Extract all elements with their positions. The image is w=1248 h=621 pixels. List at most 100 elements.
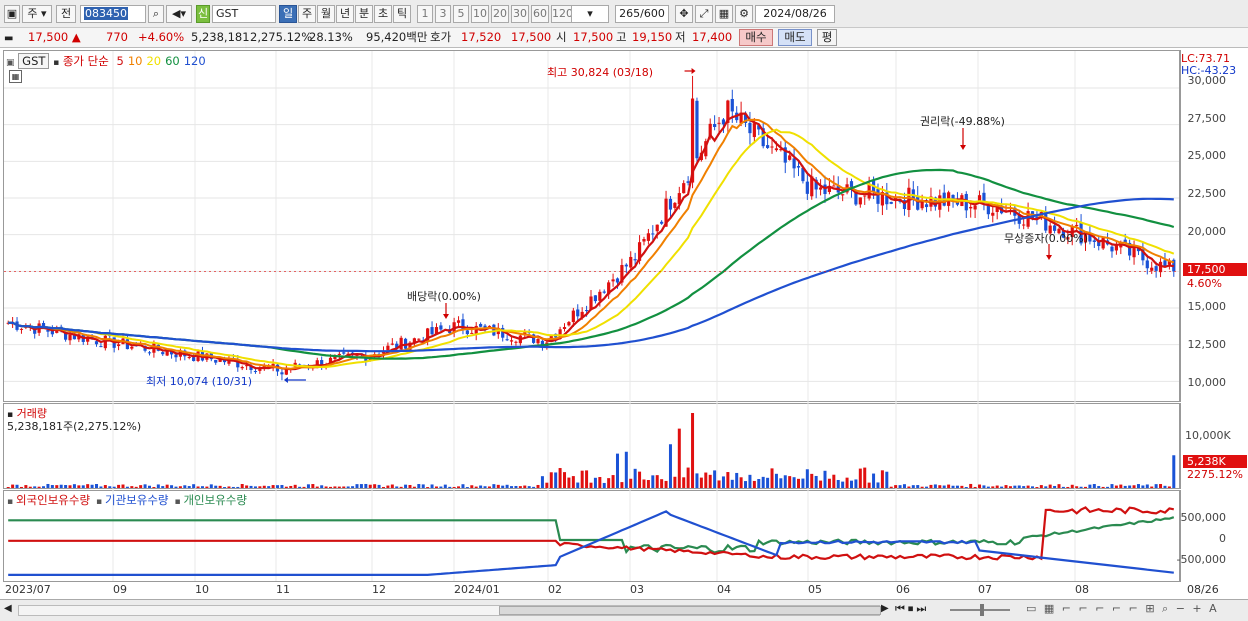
volume-bar xyxy=(1110,484,1114,488)
volume-bar xyxy=(730,479,734,488)
ma-line-10 xyxy=(8,118,1175,370)
volume-bar xyxy=(276,485,280,488)
last-pct-tag: 4.60% xyxy=(1187,277,1222,290)
candle-body xyxy=(717,122,721,124)
volume-bar xyxy=(390,484,394,488)
candle-body xyxy=(788,155,792,160)
candle-body xyxy=(567,322,571,326)
volume-bar xyxy=(563,472,567,488)
candle-body xyxy=(920,201,924,209)
volume-bar xyxy=(377,484,381,488)
volume-bar xyxy=(24,485,28,488)
volume-bar xyxy=(889,486,893,488)
volume-bar xyxy=(713,470,717,488)
volume-bar xyxy=(902,484,906,488)
candle-body xyxy=(492,324,496,336)
symbol-label: GST xyxy=(18,53,50,69)
volume-bar xyxy=(1132,485,1136,488)
scroll-left-icon[interactable]: ◀ xyxy=(4,603,12,614)
volume-bar xyxy=(598,476,602,488)
volume-bar xyxy=(836,479,840,488)
candle-body xyxy=(748,122,752,134)
playback-controls[interactable]: ⏮⏹⏭ xyxy=(895,602,929,616)
x-axis-label: 02 xyxy=(548,583,562,596)
last-price-tag: 17,500 xyxy=(1183,263,1247,276)
volume-bar xyxy=(1101,486,1105,488)
candle-body xyxy=(673,202,677,208)
volume-bar xyxy=(125,486,129,488)
volume-bar xyxy=(947,484,951,488)
holdings-ytick: 0 xyxy=(1219,532,1226,545)
zoom-slider-handle[interactable] xyxy=(980,604,984,616)
holdings-legend: ▪ 외국인보유수량 ▪ 기관보유수량 ▪ 개인보유수량 xyxy=(7,492,253,508)
volume-bar xyxy=(479,485,483,488)
volume-bar xyxy=(196,486,200,488)
volume-bar xyxy=(200,486,204,488)
volume-bar xyxy=(1031,486,1035,488)
chart-canvas[interactable] xyxy=(0,0,1248,621)
volume-bar xyxy=(130,486,134,488)
candle-body xyxy=(505,339,509,341)
volume-bar xyxy=(1057,484,1061,488)
candle-body xyxy=(730,98,734,112)
volume-bar xyxy=(735,472,739,488)
volume-bar xyxy=(386,485,390,488)
volume-bar xyxy=(289,485,293,488)
candle-body xyxy=(514,341,518,343)
volume-bar xyxy=(426,487,430,488)
volume-bar xyxy=(810,473,814,488)
volume-bar xyxy=(748,474,752,488)
volume-bar xyxy=(611,475,615,488)
volume-bar xyxy=(293,484,297,488)
price-ytick: 30,000 xyxy=(1187,74,1227,87)
volume-bar xyxy=(28,486,32,488)
x-axis-label: 11 xyxy=(276,583,290,596)
scroll-thumb[interactable] xyxy=(499,606,881,615)
volume-bar xyxy=(624,451,628,488)
volume-bar xyxy=(15,484,19,488)
volume-bar xyxy=(165,484,169,488)
volume-bar xyxy=(86,484,90,488)
volume-axis: 10,000K 5,238K 2275.12% xyxy=(1180,403,1248,489)
volume-bar xyxy=(342,486,346,488)
volume-bar xyxy=(315,486,319,488)
volume-bar xyxy=(721,476,725,488)
volume-bar xyxy=(510,486,514,488)
volume-bar xyxy=(271,485,275,488)
candle-body xyxy=(924,204,929,208)
price-ytick: 25,000 xyxy=(1187,149,1227,163)
candle-body xyxy=(337,353,341,356)
holdings-legend-dot-icon: ▪ xyxy=(96,497,105,507)
volume-bar xyxy=(1119,484,1123,488)
candle-body xyxy=(973,205,977,210)
volume-bar xyxy=(797,478,801,488)
legend-toggle-icon[interactable]: ▣ xyxy=(6,58,15,68)
volume-bar xyxy=(788,476,792,488)
volume-bar xyxy=(77,485,81,488)
volume-bar xyxy=(355,484,359,488)
volume-bar xyxy=(205,486,209,488)
volume-bar xyxy=(55,485,59,488)
calculator-icon[interactable]: ▦ xyxy=(9,70,22,83)
volume-bar xyxy=(152,486,156,488)
candle-body xyxy=(99,346,103,348)
ma-line-120 xyxy=(8,197,1174,353)
volume-bar xyxy=(408,484,412,488)
scroll-track[interactable] xyxy=(18,605,881,616)
volume-bar xyxy=(1141,485,1145,488)
candle-body xyxy=(187,357,191,359)
volume-bar xyxy=(1154,484,1158,488)
candle-body xyxy=(386,345,390,351)
volume-bar xyxy=(969,483,973,488)
candle-body xyxy=(602,291,606,293)
volume-bar xyxy=(501,485,505,488)
volume-bar xyxy=(774,473,778,488)
volume-bar xyxy=(156,484,160,488)
drawing-tools-icons[interactable]: ▭ ▦ ⌐ ⌐ ⌐ ⌐ ⌐ ⊞ ⌕ − + A xyxy=(1026,602,1219,616)
zoom-slider[interactable] xyxy=(950,604,1010,616)
candle-body xyxy=(165,351,169,356)
volume-bar xyxy=(227,486,231,488)
scroll-right-icon[interactable]: ▶ xyxy=(881,603,889,614)
volume-bar xyxy=(602,482,606,488)
volume-bar xyxy=(664,480,668,488)
